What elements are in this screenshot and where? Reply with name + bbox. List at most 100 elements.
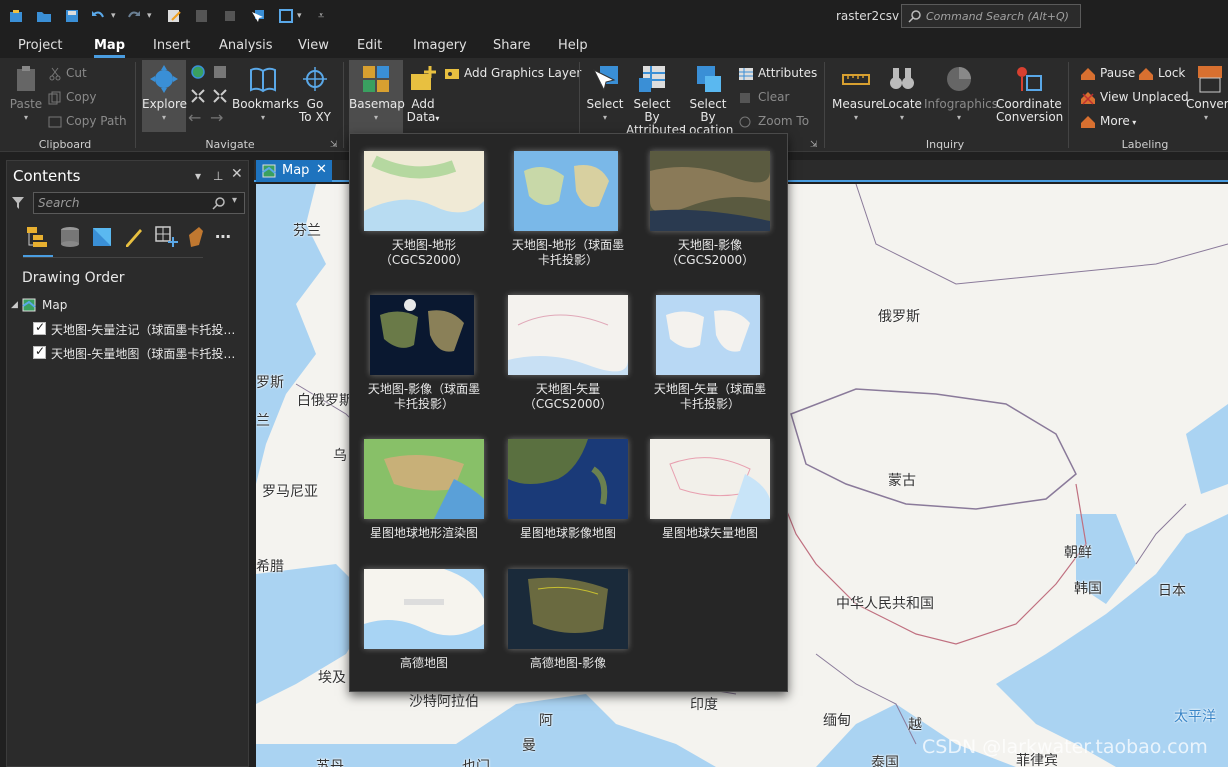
zoom-out-fixed-icon[interactable] bbox=[212, 88, 228, 104]
coordinate-conversion-button[interactable]: Coordinate Conversion bbox=[996, 64, 1063, 124]
full-extent-icon[interactable] bbox=[190, 64, 206, 80]
locate-button[interactable]: Locate ▾ bbox=[882, 64, 922, 124]
tab-project[interactable]: Project bbox=[18, 38, 62, 53]
convert-button[interactable]: Conver ▾ bbox=[1186, 64, 1228, 124]
customize-toolbar-icon[interactable]: ⩡ bbox=[318, 9, 324, 23]
tab-imagery[interactable]: Imagery bbox=[413, 38, 467, 53]
pause-labels-button[interactable]: Pause bbox=[1080, 66, 1135, 81]
bookmarks-button[interactable]: Bookmarks ▾ bbox=[232, 64, 299, 124]
layer-visibility-checkbox[interactable] bbox=[33, 344, 46, 359]
selection-launcher-icon[interactable]: ⇲ bbox=[810, 140, 818, 150]
edit-disabled-icon[interactable] bbox=[194, 8, 210, 24]
undo-dropdown-icon[interactable]: ▾ bbox=[111, 11, 116, 21]
navigate-launcher-icon[interactable]: ⇲ bbox=[330, 140, 338, 150]
pane-options-icon[interactable]: ▾ bbox=[195, 169, 201, 183]
go-to-xy-label-2: To XY bbox=[299, 110, 331, 124]
select-by-location-button[interactable]: Select By Location bbox=[682, 64, 734, 137]
basemap-tile[interactable]: 天地图-矢量 （CGCS2000） bbox=[498, 280, 638, 411]
infographics-button[interactable]: Infographics ▾ bbox=[924, 64, 998, 124]
list-by-data-source-icon[interactable] bbox=[58, 225, 82, 249]
clipboard-group-label: Clipboard bbox=[38, 138, 92, 151]
basemap-tile[interactable]: 星图地球矢量地图 bbox=[640, 424, 780, 554]
save-icon[interactable] bbox=[64, 8, 80, 24]
explore-button[interactable]: Explore ▾ bbox=[142, 60, 187, 132]
copy-button[interactable]: Copy bbox=[48, 90, 96, 105]
basemap-name-line2: 卡托投影） bbox=[679, 397, 740, 411]
basemap-tile[interactable]: 星图地球影像地图 bbox=[498, 424, 638, 554]
cut-button[interactable]: Cut bbox=[48, 66, 87, 81]
add-graphics-layer-button[interactable]: Add Graphics Layer bbox=[444, 66, 581, 81]
list-by-labeling-icon[interactable] bbox=[185, 225, 209, 249]
tab-analysis[interactable]: Analysis bbox=[219, 38, 273, 53]
attributes-button[interactable]: Attributes bbox=[738, 66, 817, 81]
basemap-tile[interactable]: 天地图-影像 （CGCS2000） bbox=[640, 136, 780, 267]
list-by-editing-icon[interactable] bbox=[122, 225, 146, 249]
select-icon[interactable] bbox=[250, 8, 266, 24]
redo-icon[interactable] bbox=[126, 8, 142, 24]
search-icon bbox=[908, 10, 921, 23]
basemap-button[interactable]: Basemap ▾ bbox=[349, 60, 405, 135]
basemap-tile[interactable]: 天地图-地形（球面墨 卡托投影） bbox=[498, 136, 638, 267]
measure-button[interactable]: Measure ▾ bbox=[832, 64, 883, 124]
frame-dropdown-icon[interactable]: ▾ bbox=[297, 11, 302, 21]
close-pane-icon[interactable]: ✕ bbox=[231, 166, 243, 182]
command-search-input[interactable] bbox=[926, 8, 1078, 24]
edit-icon[interactable] bbox=[166, 8, 182, 24]
tab-map[interactable]: Map bbox=[94, 38, 126, 58]
more-labeling-button[interactable]: More ▾ bbox=[1080, 114, 1136, 129]
basemap-tile[interactable]: 天地图-矢量（球面墨 卡托投影） bbox=[640, 280, 780, 411]
pin-icon[interactable]: ⊥ bbox=[213, 169, 223, 183]
basemap-tile[interactable]: 高德地图 bbox=[354, 554, 494, 684]
collapse-icon[interactable]: ◢ bbox=[11, 300, 18, 310]
copy-path-button[interactable]: Copy Path bbox=[48, 114, 127, 129]
basemap-tile[interactable]: 星图地球地形渲染图 bbox=[354, 424, 494, 554]
more-options-icon[interactable]: ⋯ bbox=[215, 227, 231, 246]
layer-visibility-checkbox[interactable] bbox=[33, 320, 46, 335]
basemap-tile[interactable]: 天地图-影像（球面墨 卡托投影） bbox=[354, 280, 494, 411]
labeling-group-label: Labeling bbox=[1121, 138, 1169, 151]
tab-edit[interactable]: Edit bbox=[357, 38, 382, 53]
pause-label-icon bbox=[1081, 67, 1095, 80]
go-to-xy-button[interactable]: Go To XY bbox=[298, 64, 332, 124]
tab-insert[interactable]: Insert bbox=[153, 38, 190, 53]
paste-button[interactable]: Paste ▾ bbox=[8, 64, 44, 124]
close-tab-icon[interactable]: ✕ bbox=[316, 162, 327, 177]
list-by-snapping-icon[interactable] bbox=[154, 225, 178, 249]
contents-search[interactable]: ▾ bbox=[33, 192, 245, 214]
map-view-tab[interactable]: Map ✕ bbox=[256, 160, 332, 182]
basemap-tile[interactable]: 高德地图-影像 bbox=[498, 554, 638, 684]
select-by-attributes-button[interactable]: Select By Attributes bbox=[626, 64, 685, 137]
map-frame-icon[interactable] bbox=[278, 8, 294, 24]
basemap-tile[interactable]: 天地图-地形 （CGCS2000） bbox=[354, 136, 494, 267]
fixed-zoom-icon[interactable] bbox=[212, 64, 228, 80]
new-project-icon[interactable] bbox=[8, 8, 24, 24]
redo-dropdown-icon[interactable]: ▾ bbox=[147, 11, 152, 21]
forward-icon[interactable]: → bbox=[210, 108, 223, 127]
bookmarks-label: Bookmarks bbox=[232, 97, 300, 111]
add-data-button[interactable]: Add Data▾ bbox=[405, 64, 441, 125]
tab-help[interactable]: Help bbox=[558, 38, 588, 53]
basemap-name-line1: 天地图-矢量 bbox=[535, 382, 601, 396]
view-unplaced-button[interactable]: View Unplaced bbox=[1080, 90, 1189, 105]
ribbon-tabs: Project Map Insert Analysis View Edit Im… bbox=[0, 34, 1228, 58]
contents-search-input[interactable] bbox=[38, 195, 198, 211]
lock-labels-button[interactable]: Lock bbox=[1138, 66, 1185, 81]
list-by-drawing-order-icon[interactable] bbox=[25, 225, 49, 249]
zoom-to-button[interactable]: Zoom To bbox=[738, 114, 809, 129]
zoom-in-fixed-icon[interactable] bbox=[190, 88, 206, 104]
ribbon-separator bbox=[824, 62, 825, 148]
undo-icon[interactable] bbox=[90, 8, 106, 24]
back-icon[interactable]: ← bbox=[188, 108, 201, 127]
tab-share[interactable]: Share bbox=[493, 38, 531, 53]
tab-view[interactable]: View bbox=[298, 38, 329, 53]
add-data-icon bbox=[411, 66, 436, 90]
list-by-selection-icon[interactable] bbox=[90, 225, 114, 249]
command-search[interactable] bbox=[901, 4, 1081, 28]
open-project-icon[interactable] bbox=[36, 8, 52, 24]
basemap-dropdown-icon: ▾ bbox=[373, 113, 378, 122]
search-dropdown-icon[interactable]: ▾ bbox=[232, 195, 237, 206]
filter-icon[interactable] bbox=[11, 195, 25, 211]
clear-button[interactable]: Clear bbox=[738, 90, 789, 105]
stop-icon[interactable] bbox=[222, 8, 238, 24]
select-button[interactable]: Select ▾ bbox=[586, 64, 624, 124]
